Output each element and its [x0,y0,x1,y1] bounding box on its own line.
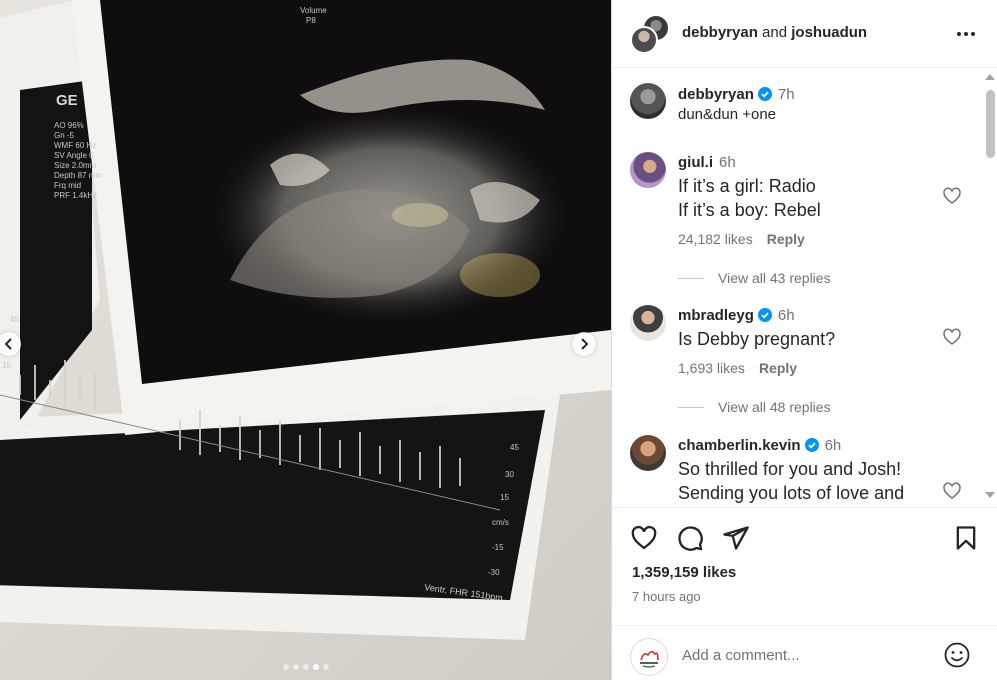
comment-input[interactable] [682,644,932,666]
view-replies-label: View all 48 replies [718,399,831,415]
carousel-dot[interactable] [302,664,309,670]
view-replies-button[interactable]: View all 43 replies [678,270,831,286]
comment-bubble-icon[interactable] [676,524,704,552]
avatar [630,26,658,54]
post-header: debbyryan and joshuadun [612,0,997,68]
comment-likes[interactable]: 24,182 likes [678,231,753,247]
scroll-up-arrow-icon[interactable] [985,74,995,80]
comment-meta: 24,182 likes Reply [678,231,805,247]
comments-scrollbar[interactable] [982,70,997,504]
scan-left-scale: 45 [10,315,19,324]
caption-text: dun&dun +one [678,106,777,123]
comment-text-line: So thrilled for you and Josh! [678,459,902,479]
comment-time[interactable]: 6h [719,154,736,171]
comments-list[interactable]: debbyryan 7h dun&dun +one giul.i 6h If it’… [612,69,997,506]
scan-unit: cm/s [492,518,509,527]
scan-setting: AO 96% [54,121,84,130]
reply-button[interactable]: Reply [767,231,805,247]
scan-scale: 30 [505,470,514,479]
post-authors: debbyryan and joshuadun [682,24,867,41]
chevron-left-icon [4,338,12,350]
emoji-smiley-icon[interactable] [942,640,972,670]
next-photo-button[interactable] [572,332,596,356]
scan-setting: Gn -5 [54,131,75,140]
post-actions: 1,359,159 likes 7 hours ago [612,507,997,680]
scan-left-scale: 15 [2,361,11,370]
scan-volume: Volume [300,6,327,15]
verified-badge-icon [757,87,772,101]
ultrasound-photo: GE AO 96% Gn -5 WMF 60 Hz SV Angle 0 Siz… [0,0,611,680]
comment-time[interactable]: 6h [825,437,842,454]
divider [678,406,704,408]
carousel-dots [0,664,611,670]
scroll-down-arrow-icon[interactable] [985,492,995,498]
verified-badge-icon [757,308,772,322]
caption-time[interactable]: 7h [778,86,795,103]
scan-setting: Size 2.0mm [54,161,97,170]
carousel-dot[interactable] [282,664,289,670]
scan-brand: GE [56,92,78,109]
comment-username[interactable]: giul.i [678,154,713,171]
scan-setting: PRF 1.4kHz [54,191,97,200]
divider [678,277,704,279]
comment-time[interactable]: 6h [778,307,795,324]
scan-scale: 45 [510,443,519,452]
scan-scale: -15 [492,543,504,552]
verified-badge-icon [804,438,819,452]
carousel-dot[interactable] [322,664,329,670]
comment-text-line: Sending you lots of love and [678,483,905,503]
view-replies-label: View all 43 replies [718,270,831,286]
comment-username[interactable]: mbradleyg [678,307,754,324]
comment-text-line: Is Debby pregnant? [678,329,836,349]
reply-button[interactable]: Reply [759,360,797,376]
like-heart-icon[interactable] [630,524,658,552]
scrollbar-thumb[interactable] [986,90,995,158]
like-comment-heart-icon[interactable] [942,327,962,347]
carousel-dot[interactable] [292,664,299,670]
share-paper-plane-icon[interactable] [722,524,750,552]
post-panel: debbyryan and joshuadun debbyryan 7h dun&… [611,0,997,680]
avatar[interactable] [630,638,668,676]
avatar[interactable] [630,152,666,188]
collab-avatars[interactable] [630,14,670,54]
scan-probe: P8 [306,16,316,25]
comment-text-line: If it’s a boy: Rebel [678,200,821,220]
save-bookmark-icon[interactable] [952,524,980,552]
authors-connector: and [762,24,788,41]
scan-setting: Depth 87 mm [54,171,102,180]
caption-username[interactable]: debbyryan [678,86,754,103]
comment-likes[interactable]: 1,693 likes [678,360,745,376]
comment-text-line: If it’s a girl: Radio [678,176,816,196]
scan-setting: SV Angle 0 [54,151,94,160]
comment-meta: 1,693 likes Reply [678,360,797,376]
view-replies-button[interactable]: View all 48 replies [678,399,831,415]
avatar[interactable] [630,305,666,341]
like-comment-heart-icon[interactable] [942,481,962,501]
carousel-dot[interactable] [312,664,319,670]
post-likes-count[interactable]: 1,359,159 likes [632,564,736,581]
more-dots-icon [957,32,975,36]
post-media[interactable]: GE AO 96% Gn -5 WMF 60 Hz SV Angle 0 Siz… [0,0,611,680]
more-options-button[interactable] [954,22,978,46]
comment-composer [612,625,997,680]
scan-scale: 15 [500,493,509,502]
post-timestamp[interactable]: 7 hours ago [632,589,701,604]
scan-setting: Frq mid [54,181,81,190]
chevron-right-icon [581,338,589,350]
comment-username[interactable]: chamberlin.kevin [678,437,801,454]
scan-setting: WMF 60 Hz [54,141,96,150]
avatar[interactable] [630,83,666,119]
like-comment-heart-icon[interactable] [942,186,962,206]
avatar[interactable] [630,435,666,471]
scan-scale: -30 [488,568,500,577]
author-link-joshuadun[interactable]: joshuadun [791,24,867,41]
user-logo-icon [640,650,659,668]
author-link-debbyryan[interactable]: debbyryan [682,24,758,41]
